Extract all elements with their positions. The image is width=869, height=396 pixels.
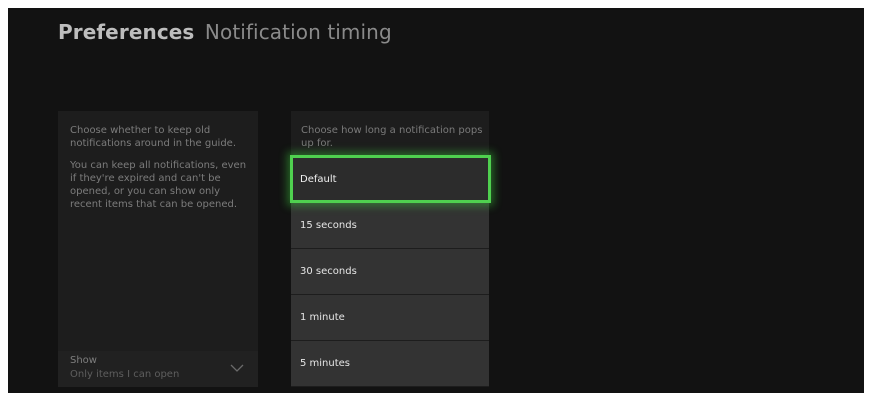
timing-option-label: 30 seconds xyxy=(300,266,357,277)
history-description-line-2: You can keep all notifications, even if … xyxy=(70,160,247,210)
history-description: Choose whether to keep old notifications… xyxy=(70,124,254,220)
timing-option-label: 5 minutes xyxy=(300,358,351,369)
timing-option-30-seconds[interactable]: 30 seconds xyxy=(291,249,489,294)
show-dropdown-value: Only items I can open xyxy=(70,369,180,380)
page-subtitle: Notification timing xyxy=(204,20,392,44)
timing-option-label: Default xyxy=(300,173,337,185)
page-header: Preferences Notification timing xyxy=(58,20,392,44)
screen-frame: Preferences Notification timing Choose w… xyxy=(8,8,864,393)
timing-option-label: 15 seconds xyxy=(300,220,357,231)
timing-option-15-seconds[interactable]: 15 seconds xyxy=(291,203,489,248)
timing-option-default[interactable]: Default xyxy=(290,155,491,203)
notification-history-panel: Choose whether to keep old notifications… xyxy=(58,111,258,387)
notification-timing-panel: Choose how long a notification pops up f… xyxy=(290,111,491,387)
timing-description: Choose how long a notification pops up f… xyxy=(301,125,483,149)
page-title: Preferences xyxy=(58,20,195,44)
show-dropdown[interactable]: Show Only items I can open xyxy=(58,351,258,387)
timing-option-5-minutes[interactable]: 5 minutes xyxy=(291,341,489,386)
timing-option-1-minute[interactable]: 1 minute xyxy=(291,295,489,340)
history-description-line-1: Choose whether to keep old notifications… xyxy=(70,125,236,149)
timing-option-label: 1 minute xyxy=(300,312,345,323)
show-dropdown-label: Show xyxy=(70,355,97,366)
chevron-down-icon xyxy=(230,364,244,372)
